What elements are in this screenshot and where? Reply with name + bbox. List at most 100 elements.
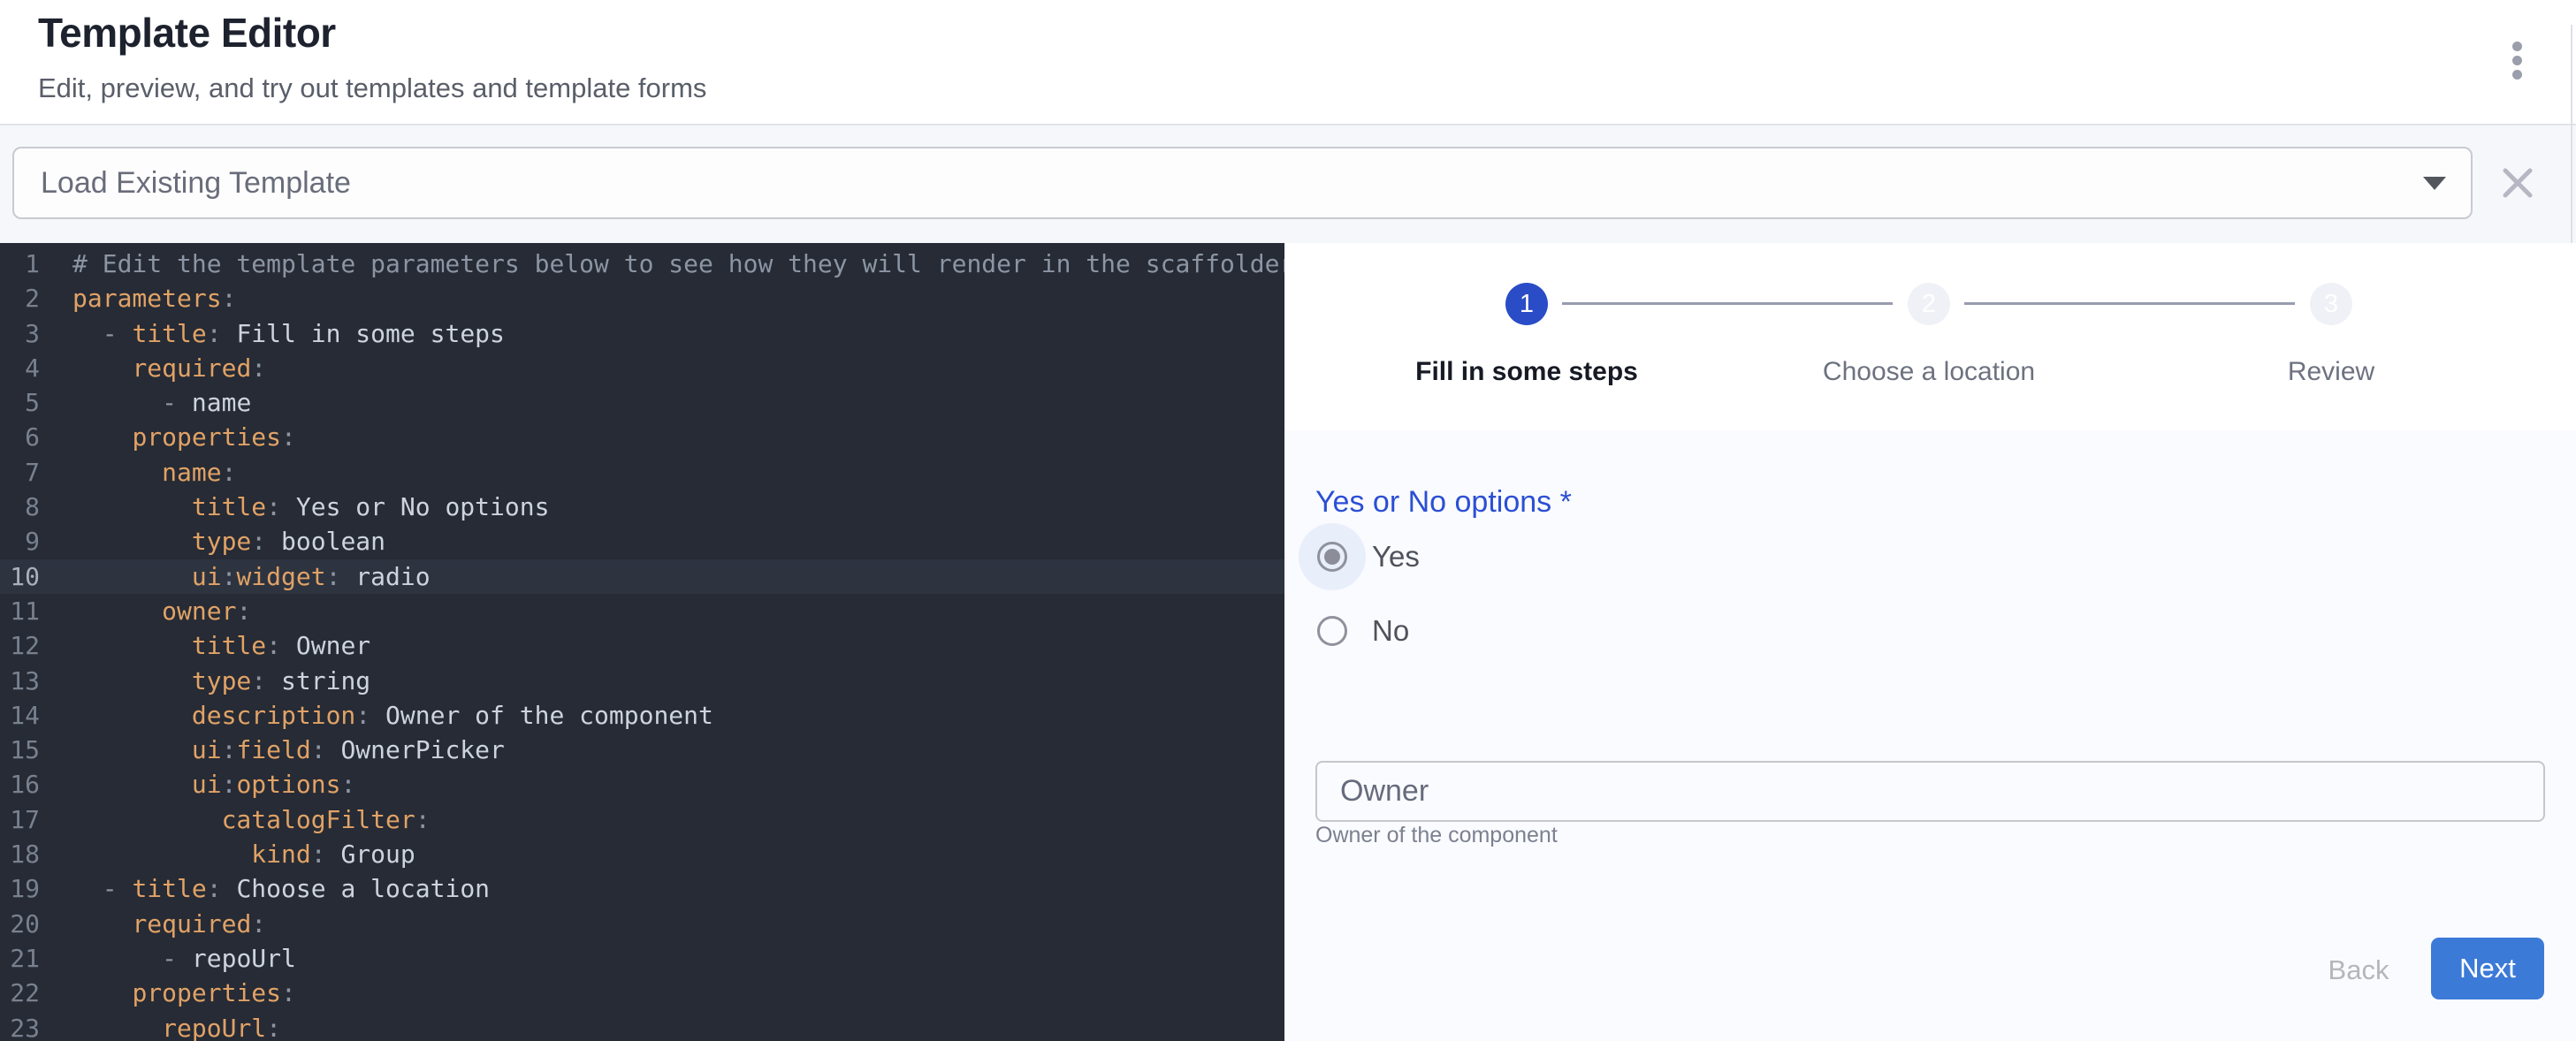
line-number: 6 <box>0 420 40 454</box>
line-number: 4 <box>0 351 40 385</box>
code-line-13[interactable]: 13 type: string <box>0 664 1284 698</box>
kebab-menu-icon[interactable] <box>2506 42 2527 86</box>
load-template-select-value: Load Existing Template <box>41 148 351 217</box>
required-marker: * <box>1551 485 1572 519</box>
radio-yes-label[interactable]: Yes <box>1372 540 1637 574</box>
template-preview-panel: 1 Fill in some steps 2 Choose a location… <box>1284 243 2576 1041</box>
radio-no[interactable] <box>1317 616 1347 646</box>
line-code: # Edit the template parameters below to … <box>72 247 1284 281</box>
line-code: - title: Fill in some steps <box>72 316 505 351</box>
code-line-3[interactable]: 3 - title: Fill in some steps <box>0 316 1284 351</box>
line-code: properties: <box>72 420 296 454</box>
page-subtitle: Edit, preview, and try out templates and… <box>38 72 706 104</box>
code-line-11[interactable]: 11 owner: <box>0 594 1284 628</box>
toolbar: Load Existing Template <box>0 125 2576 243</box>
owner-field[interactable]: Owner <box>1315 761 2545 822</box>
line-number: 20 <box>0 907 40 941</box>
line-number: 19 <box>0 871 40 906</box>
code-line-2[interactable]: 2parameters: <box>0 281 1284 315</box>
line-code: - repoUrl <box>72 941 296 976</box>
line-code: title: Owner <box>72 628 370 663</box>
line-number: 16 <box>0 767 40 802</box>
line-number: 9 <box>0 524 40 558</box>
code-line-4[interactable]: 4 required: <box>0 351 1284 385</box>
line-number: 12 <box>0 628 40 663</box>
line-code: ui:options: <box>72 767 355 802</box>
line-number: 17 <box>0 802 40 837</box>
radio-group-label: Yes or No options * <box>1315 485 1572 520</box>
code-line-14[interactable]: 14 description: Owner of the component <box>0 698 1284 733</box>
next-button[interactable]: Next <box>2431 938 2544 999</box>
line-code: - name <box>72 385 251 420</box>
code-line-19[interactable]: 19 - title: Choose a location <box>0 871 1284 906</box>
step-label: Choose a location <box>1752 357 2106 387</box>
stepper: 1 Fill in some steps 2 Choose a location… <box>1284 243 2576 430</box>
code-line-12[interactable]: 12 title: Owner <box>0 628 1284 663</box>
line-number: 22 <box>0 976 40 1010</box>
code-line-8[interactable]: 8 title: Yes or No options <box>0 490 1284 524</box>
code-line-18[interactable]: 18 kind: Group <box>0 837 1284 871</box>
step-choose-a-location[interactable]: 2 Choose a location <box>1752 283 2106 387</box>
step-review[interactable]: 3 Review <box>2154 283 2508 387</box>
step-number-badge: 1 <box>1505 283 1548 325</box>
line-code: properties: <box>72 976 296 1010</box>
radio-selected-dot <box>1324 549 1340 565</box>
line-number: 15 <box>0 733 40 767</box>
step-label: Fill in some steps <box>1350 357 1703 387</box>
back-button[interactable]: Back <box>2301 950 2416 989</box>
page-title: Template Editor <box>38 9 336 57</box>
code-line-16[interactable]: 16 ui:options: <box>0 767 1284 802</box>
line-code: title: Yes or No options <box>72 490 549 524</box>
template-form: Yes or No options * Yes No Owner Owner o… <box>1284 430 2576 1041</box>
line-code: kind: Group <box>72 837 415 871</box>
line-number: 8 <box>0 490 40 524</box>
line-code: repoUrl: <box>72 1011 281 1041</box>
line-number: 5 <box>0 385 40 420</box>
line-number: 10 <box>0 559 40 594</box>
code-line-1[interactable]: 1# Edit the template parameters below to… <box>0 247 1284 281</box>
radio-yes[interactable] <box>1317 542 1347 572</box>
code-line-20[interactable]: 20 required: <box>0 907 1284 941</box>
step-fill-in-some-steps[interactable]: 1 Fill in some steps <box>1350 283 1703 387</box>
code-line-6[interactable]: 6 properties: <box>0 420 1284 454</box>
line-number: 14 <box>0 698 40 733</box>
line-code: owner: <box>72 594 251 628</box>
code-lines: 1# Edit the template parameters below to… <box>0 247 1284 1041</box>
line-code: - title: Choose a location <box>72 871 490 906</box>
line-number: 13 <box>0 664 40 698</box>
line-code: description: Owner of the component <box>72 698 713 733</box>
line-code: type: string <box>72 664 370 698</box>
code-line-9[interactable]: 9 type: boolean <box>0 524 1284 558</box>
code-line-15[interactable]: 15 ui:field: OwnerPicker <box>0 733 1284 767</box>
step-number-badge: 2 <box>1908 283 1950 325</box>
line-number: 18 <box>0 837 40 871</box>
step-label: Review <box>2154 357 2508 387</box>
close-icon[interactable] <box>2498 163 2537 202</box>
code-line-22[interactable]: 22 properties: <box>0 976 1284 1010</box>
code-line-5[interactable]: 5 - name <box>0 385 1284 420</box>
line-number: 11 <box>0 594 40 628</box>
line-code: required: <box>72 907 266 941</box>
code-line-7[interactable]: 7 name: <box>0 455 1284 490</box>
page-header: Template Editor Edit, preview, and try o… <box>0 0 2576 124</box>
code-line-21[interactable]: 21 - repoUrl <box>0 941 1284 976</box>
line-number: 21 <box>0 941 40 976</box>
code-line-10[interactable]: 10 ui:widget: radio <box>0 559 1284 594</box>
line-code: required: <box>72 351 266 385</box>
radio-no-label[interactable]: No <box>1372 614 1637 648</box>
code-line-23[interactable]: 23 repoUrl: <box>0 1011 1284 1041</box>
line-code: type: boolean <box>72 524 385 558</box>
line-code: parameters: <box>72 281 236 315</box>
step-number-badge: 3 <box>2310 283 2352 325</box>
owner-field-helper: Owner of the component <box>1315 823 1558 848</box>
code-line-17[interactable]: 17 catalogFilter: <box>0 802 1284 837</box>
caret-down-icon <box>2423 177 2446 190</box>
line-code: catalogFilter: <box>72 802 431 837</box>
owner-field-label: Owner <box>1340 763 1429 820</box>
load-template-select[interactable]: Load Existing Template <box>12 147 2473 219</box>
line-code: ui:widget: radio <box>72 559 431 594</box>
template-code-editor[interactable]: 1# Edit the template parameters below to… <box>0 243 1284 1041</box>
line-number: 7 <box>0 455 40 490</box>
line-code: name: <box>72 455 236 490</box>
line-code: ui:field: OwnerPicker <box>72 733 505 767</box>
